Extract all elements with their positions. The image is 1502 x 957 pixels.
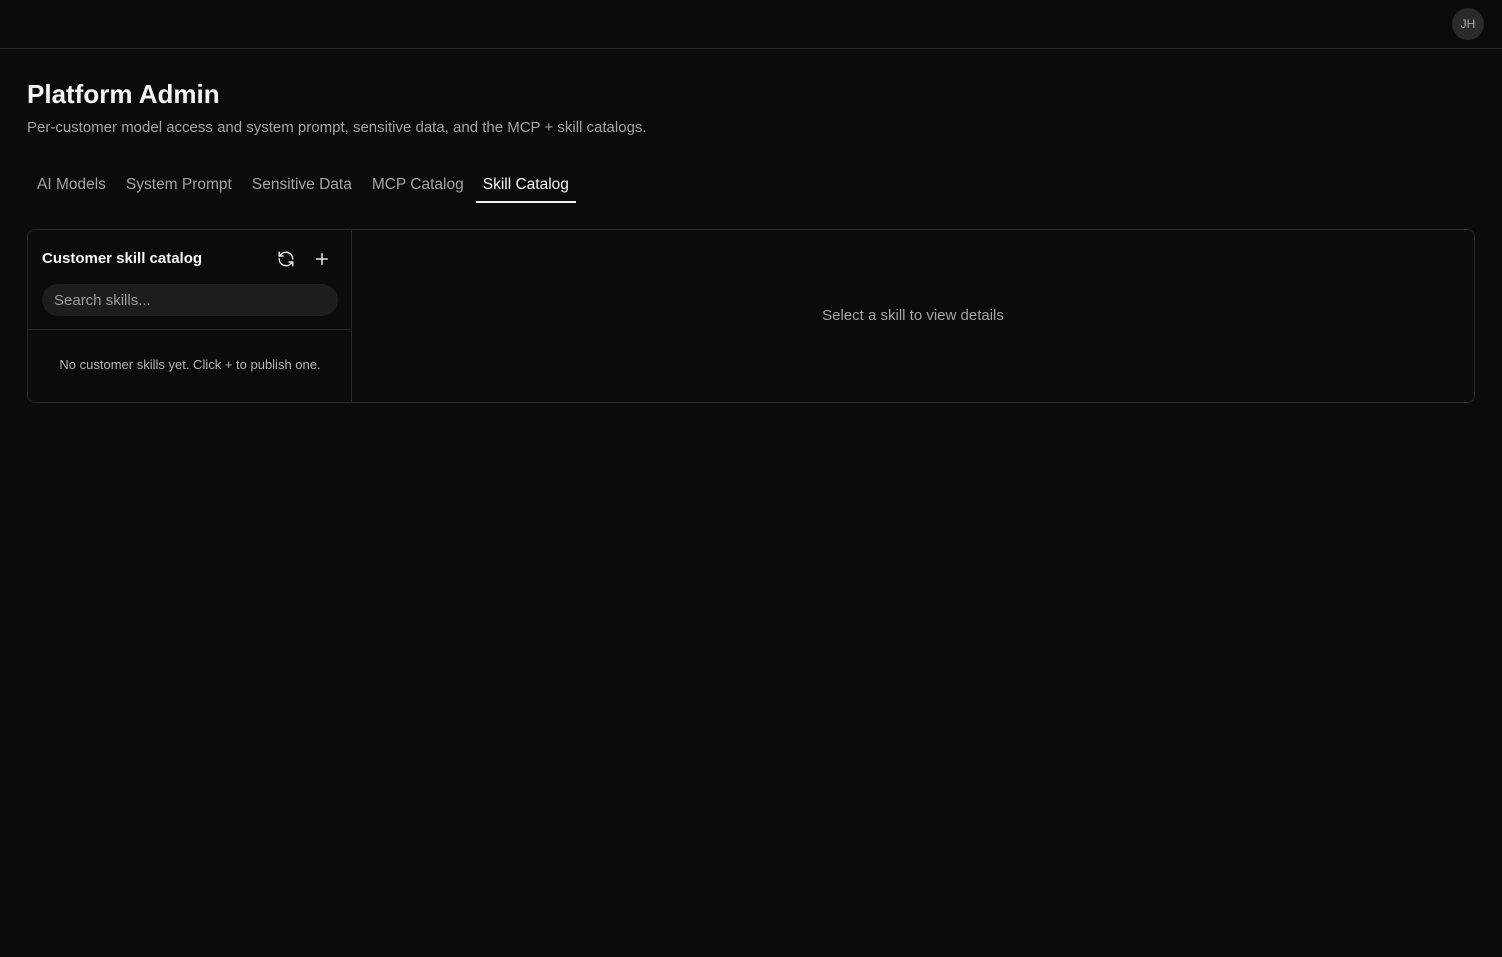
top-bar: JH <box>0 0 1502 49</box>
tab-ai-models[interactable]: AI Models <box>27 166 116 203</box>
add-skill-button[interactable] <box>311 248 333 270</box>
skill-list-header: Customer skill catalog <box>28 230 351 330</box>
user-avatar[interactable]: JH <box>1452 8 1484 40</box>
tab-skill-catalog[interactable]: Skill Catalog <box>475 166 576 203</box>
skill-catalog-title: Customer skill catalog <box>42 250 203 267</box>
skill-list-sidebar: Customer skill catalog No customer skill… <box>28 230 352 402</box>
tab-sensitive-data[interactable]: Sensitive Data <box>242 166 362 203</box>
detail-placeholder-text: Select a skill to view details <box>822 307 1004 324</box>
empty-skills-message: No customer skills yet. Click + to publi… <box>59 357 321 372</box>
tab-system-prompt[interactable]: System Prompt <box>116 166 242 203</box>
refresh-button[interactable] <box>275 248 297 270</box>
refresh-icon <box>278 251 294 267</box>
skill-catalog-panel: Customer skill catalog No customer skill… <box>27 229 1475 403</box>
search-skills-input[interactable] <box>42 284 338 316</box>
skill-detail-pane: Select a skill to view details <box>352 230 1474 402</box>
tab-mcp-catalog[interactable]: MCP Catalog <box>362 166 474 203</box>
page-title: Platform Admin <box>27 79 220 109</box>
plus-icon <box>316 253 328 265</box>
page-subtitle: Per-customer model access and system pro… <box>27 119 647 136</box>
tab-bar: AI Models System Prompt Sensitive Data M… <box>27 166 576 203</box>
